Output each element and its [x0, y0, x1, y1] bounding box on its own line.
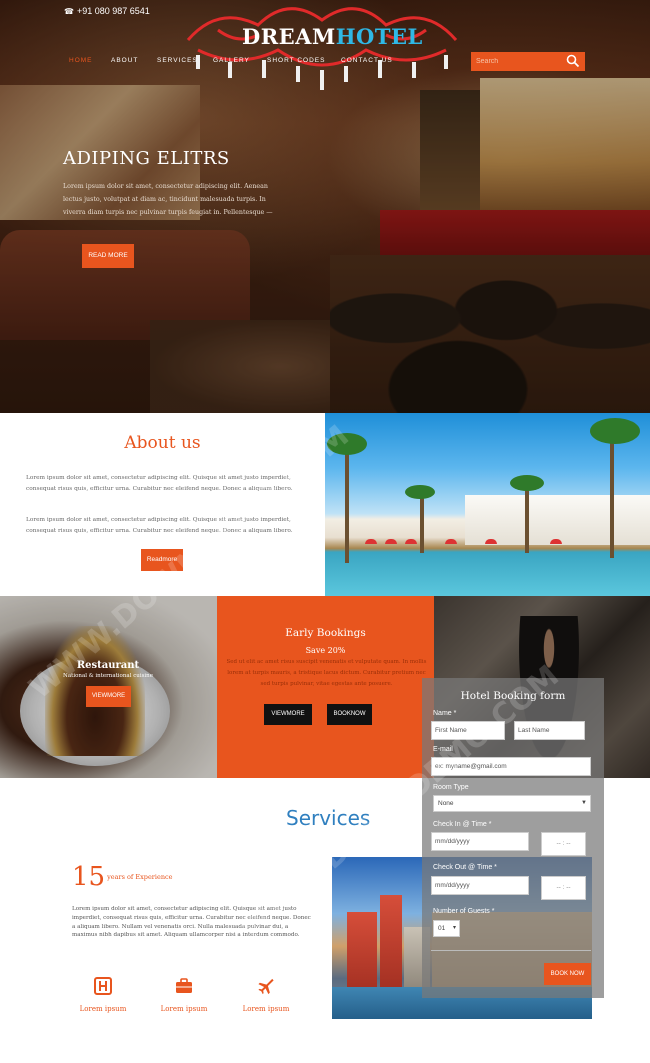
- palm-tree: [345, 443, 349, 563]
- search-box: [471, 52, 585, 71]
- about-paragraph-1: Lorem ipsum dolor sit amet, consectetur …: [26, 475, 293, 492]
- booking-form-title: Hotel Booking form: [460, 690, 566, 702]
- palm-leaves: [510, 475, 544, 491]
- site-logo[interactable]: DREAMHOTEL: [242, 24, 423, 49]
- readmore-button[interactable]: Readmore: [141, 549, 183, 571]
- palm-tree: [420, 493, 424, 553]
- umbrella: [445, 539, 457, 544]
- palm-leaves: [405, 485, 435, 499]
- tower-building: [380, 895, 402, 990]
- hero-text: Lorem ipsum dolor sit amet, consectetur …: [63, 183, 273, 216]
- early-bookings-panel: Early Bookings Save 20% Sed ut elit ac a…: [217, 596, 434, 778]
- service-item-briefcase[interactable]: Lorem ipsum: [149, 977, 219, 1013]
- nav-contact-us[interactable]: CONTACT US: [341, 57, 393, 64]
- service-item-airplane[interactable]: Lorem ipsum: [231, 977, 301, 1013]
- experience-label: years of Experience: [107, 873, 173, 881]
- umbrella: [365, 539, 377, 544]
- check-in-time-field[interactable]: -- : --: [541, 832, 586, 856]
- last-name-field[interactable]: Last Name: [514, 721, 585, 740]
- about-section: About us Lorem ipsum dolor sit amet, con…: [0, 413, 325, 596]
- resort-pool-image: [325, 413, 650, 596]
- hero-title: ADIPING ELITRS: [63, 148, 230, 169]
- main-nav: HOME ABOUT SERVICES GALLERY SHORT CODES …: [0, 57, 440, 69]
- early-bookings-text: Sed ut elit ac amet risus suscipit venen…: [226, 659, 427, 687]
- room-type-label: Room Type: [433, 784, 469, 791]
- book-now-button[interactable]: BOOK NOW: [544, 963, 591, 985]
- room-type-value: None: [438, 800, 454, 807]
- chevron-down-icon: ▼: [581, 800, 587, 806]
- early-bookings-save: Save 20%: [305, 646, 346, 655]
- palm-leaves: [590, 418, 640, 444]
- early-bookings-title: Early Bookings: [285, 627, 366, 639]
- resort-building: [465, 495, 650, 545]
- about-paragraph-2: Lorem ipsum dolor sit amet, consectetur …: [26, 517, 293, 534]
- phone-text: +91 080 987 6541: [76, 6, 150, 16]
- check-out-date-field[interactable]: mm/dd/yyyy: [431, 876, 529, 895]
- nav-short-codes[interactable]: SHORT CODES: [267, 57, 325, 64]
- hotel-icon: [94, 977, 112, 995]
- email-label: E-mail: [433, 746, 453, 753]
- service-label: Lorem ipsum: [79, 1005, 127, 1013]
- phone-number[interactable]: ☎ +91 080 987 6541: [64, 6, 150, 16]
- name-label: Name *: [433, 710, 457, 717]
- form-divider: [431, 950, 591, 951]
- check-out-label: Check Out @ Time *: [433, 864, 497, 871]
- experience-badge: 15 years of Experience: [72, 862, 173, 892]
- search-icon[interactable]: [566, 54, 580, 68]
- room-type-select[interactable]: None ▼: [433, 795, 591, 812]
- check-in-label: Check In @ Time *: [433, 821, 492, 828]
- guests-label: Number of Guests *: [433, 908, 495, 915]
- airplane-icon: [258, 978, 274, 995]
- check-in-date-field[interactable]: mm/dd/yyyy: [431, 832, 529, 851]
- service-item-hotel[interactable]: Lorem ipsum: [68, 977, 138, 1013]
- service-label: Lorem ipsum: [242, 1005, 290, 1013]
- umbrella: [485, 539, 497, 544]
- umbrella: [550, 539, 562, 544]
- chandelier-icon: [186, 7, 458, 90]
- briefcase-icon: [176, 978, 192, 993]
- search-input[interactable]: [476, 55, 561, 68]
- palm-tree: [525, 483, 529, 553]
- services-title: Services: [286, 806, 371, 830]
- phone-icon: ☎: [64, 7, 74, 16]
- umbrella: [405, 539, 417, 544]
- restaurant-viewmore-button[interactable]: VIEWMORE: [86, 686, 131, 707]
- check-out-time-field[interactable]: -- : --: [541, 876, 586, 900]
- tower-building: [347, 912, 377, 992]
- guests-select[interactable]: 01 ▾: [433, 920, 460, 937]
- early-booknow-button[interactable]: BOOKNOW: [327, 704, 372, 725]
- about-title: About us: [124, 433, 201, 453]
- read-more-button[interactable]: READ MORE: [82, 244, 134, 268]
- logo-part-hotel: HOTEL: [335, 24, 423, 49]
- restaurant-title: Restaurant: [76, 660, 140, 671]
- early-viewmore-button[interactable]: VIEWMORE: [264, 704, 312, 725]
- palm-leaves: [327, 433, 367, 455]
- restaurant-subtitle: National & international cuisine: [63, 673, 153, 679]
- experience-years: 15: [72, 862, 106, 892]
- guests-value: 01: [438, 925, 446, 932]
- email-field[interactable]: ex: myname@gmail.com: [431, 757, 591, 776]
- nav-gallery[interactable]: GALLERY: [213, 57, 250, 64]
- nav-home[interactable]: HOME: [69, 57, 93, 64]
- nav-services[interactable]: SERVICES: [157, 57, 198, 64]
- umbrella: [385, 539, 397, 544]
- chevron-down-icon: ▾: [452, 925, 456, 931]
- nav-about[interactable]: ABOUT: [111, 57, 138, 64]
- service-label: Lorem ipsum: [160, 1005, 208, 1013]
- palm-tree: [610, 428, 614, 558]
- logo-part-dream: DREAM: [242, 24, 336, 49]
- first-name-field[interactable]: First Name: [431, 721, 505, 740]
- services-text: Lorem ipsum dolor sit amet, consectetur …: [72, 906, 311, 939]
